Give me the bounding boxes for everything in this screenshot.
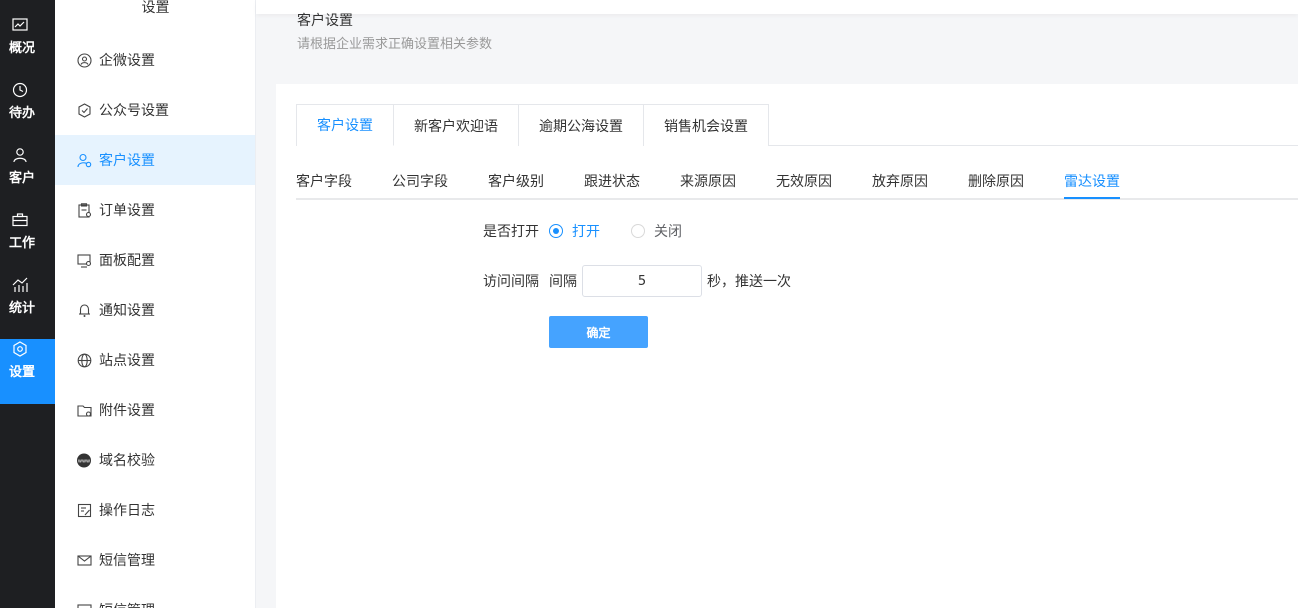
confirm-button[interactable]: 确定 [549,316,648,348]
radio-close-dot [631,224,645,238]
interval-prefix: 间隔 [549,274,577,290]
menu-item-domain-verify[interactable]: www 域名校验 [55,435,255,485]
subtab-source-reason[interactable]: 来源原因 [680,165,736,199]
page-title: 客户设置 [297,13,353,29]
menu-item-order-settings[interactable]: 订单设置 [55,185,255,235]
tab-welcome-message[interactable]: 新客户欢迎语 [394,105,519,146]
wecom-icon [76,52,92,68]
rail-item-customer[interactable]: 客户 [0,145,55,210]
settings-icon [10,339,30,359]
globe-icon [76,352,92,368]
chart-icon [10,15,30,35]
subtab-customer-fields[interactable]: 客户字段 [296,165,352,199]
menu-item-official-account[interactable]: 公众号设置 [55,85,255,135]
interval-suffix: 秒，推送一次 [707,274,791,290]
top-bar [256,0,1298,14]
menu-item-sms[interactable]: 短信管理 [55,535,255,585]
message-icon [76,602,92,608]
page-subtitle: 请根据企业需求正确设置相关参数 [297,37,493,52]
content-panel [276,84,1298,608]
settings-menu: 设置 企微设置 公众号设置 客户设置 订单设置 面板配置 通知设置 站点设置 附… [55,0,256,608]
interval-label: 访问间隔 [483,274,539,290]
tab-customer-settings[interactable]: 客户设置 [297,105,394,146]
svg-text:www: www [78,458,90,464]
badge-check-icon [76,102,92,118]
rail-item-stats[interactable]: 统计 [0,275,55,340]
primary-nav-rail: 概况 待办 客户 工作 统计 设置 [0,0,55,608]
menu-item-notification[interactable]: 通知设置 [55,285,255,335]
sub-tabs: 客户字段 公司字段 客户级别 跟进状态 来源原因 无效原因 放弃原因 删除原因 … [296,165,1160,199]
user-icon [10,145,30,165]
interval-input[interactable] [582,265,702,297]
rail-item-work[interactable]: 工作 [0,210,55,275]
rail-item-todo[interactable]: 待办 [0,80,55,145]
subtab-invalid-reason[interactable]: 无效原因 [776,165,832,199]
log-icon [76,502,92,518]
menu-item-wecom[interactable]: 企微设置 [55,35,255,85]
open-label: 是否打开 [483,224,539,240]
menu-item-panel-config[interactable]: 面板配置 [55,235,255,285]
radio-open-dot [549,224,563,238]
radio-open[interactable]: 打开 [549,221,600,241]
tab-sales-opportunity[interactable]: 销售机会设置 [644,105,768,146]
menu-title: 设置 [141,0,170,16]
subtab-follow-status[interactable]: 跟进状态 [584,165,640,199]
rail-item-overview[interactable]: 概况 [0,15,55,80]
folder-icon [76,402,92,418]
tab-overdue-pool[interactable]: 逾期公海设置 [519,105,644,146]
rail-item-settings[interactable]: 设置 [0,339,55,404]
menu-item-attachment[interactable]: 附件设置 [55,385,255,435]
subtab-customer-level[interactable]: 客户级别 [488,165,544,199]
subtab-abandon-reason[interactable]: 放弃原因 [872,165,928,199]
monitor-icon [76,252,92,268]
subtab-delete-reason[interactable]: 删除原因 [968,165,1024,199]
subtab-company-fields[interactable]: 公司字段 [392,165,448,199]
menu-item-site-settings[interactable]: 站点设置 [55,335,255,385]
order-icon [76,202,92,218]
radio-close[interactable]: 关闭 [631,221,682,241]
bell-icon [76,302,92,318]
card-tabs: 客户设置 新客户欢迎语 逾期公海设置 销售机会设置 [296,104,769,146]
subtab-radar-settings[interactable]: 雷达设置 [1064,165,1120,199]
menu-item-customer-settings[interactable]: 客户设置 [55,135,255,185]
mail-icon [76,552,92,568]
menu-item-sms-partial[interactable]: 短信管理 [55,585,255,608]
stats-icon [10,275,30,295]
user-settings-icon [76,152,92,168]
menu-item-operation-log[interactable]: 操作日志 [55,485,255,535]
www-icon: www [76,452,92,468]
clock-icon [10,80,30,100]
briefcase-icon [10,210,30,230]
